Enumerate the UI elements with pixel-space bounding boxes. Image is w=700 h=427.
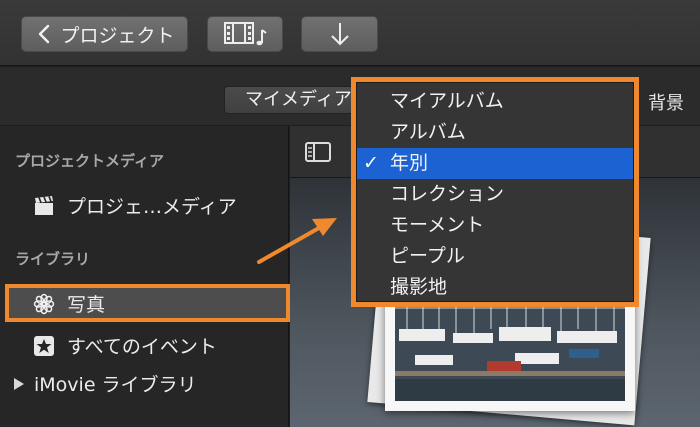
menu-item-label: 年別 bbox=[390, 152, 429, 174]
sidebar-item-label: すべてのイベント bbox=[67, 336, 217, 358]
sidebar-item-label: iMovie ライブラリ bbox=[34, 374, 197, 396]
sidebar-item-label: 写真 bbox=[67, 294, 106, 316]
backgrounds-tab[interactable]: 背景 bbox=[648, 89, 684, 115]
back-to-projects-button[interactable]: プロジェクト bbox=[21, 16, 188, 52]
download-arrow-icon bbox=[330, 23, 349, 46]
sidebar-toggle-icon bbox=[305, 142, 331, 162]
clapperboard-icon bbox=[35, 195, 53, 215]
library-heading: ライブラリ bbox=[15, 250, 91, 268]
photos-flower-icon bbox=[33, 293, 55, 314]
sidebar-item-photos[interactable]: 写真 bbox=[33, 290, 105, 317]
menu-item-label: アルバム bbox=[390, 121, 466, 143]
disclosure-triangle-icon[interactable] bbox=[12, 377, 26, 391]
sidebar-toggle-button[interactable] bbox=[302, 139, 334, 165]
top-toolbar: プロジェクト bbox=[0, 0, 700, 66]
menu-item-moments[interactable]: モーメント bbox=[357, 210, 633, 241]
menu-item-albums[interactable]: アルバム bbox=[357, 117, 633, 148]
back-button-label: プロジェクト bbox=[60, 24, 175, 47]
sort-popup-menu: マイアルバム アルバム ✓ 年別 コレクション モーメント ピープル 撮影地 bbox=[351, 77, 639, 307]
menu-item-people[interactable]: ピープル bbox=[357, 241, 633, 272]
menu-item-label: 撮影地 bbox=[390, 276, 448, 298]
my-media-tab[interactable]: マイメディア bbox=[224, 86, 359, 114]
sidebar-item-label: プロジェ…メディア bbox=[67, 196, 237, 218]
star-icon bbox=[34, 335, 54, 356]
menu-item-my-albums[interactable]: マイアルバム bbox=[357, 86, 633, 117]
film-music-icon bbox=[224, 22, 267, 46]
popup-menu-list: マイアルバム アルバム ✓ 年別 コレクション モーメント ピープル 撮影地 bbox=[356, 82, 634, 302]
checkmark-icon: ✓ bbox=[363, 152, 379, 174]
sidebar-item-all-events[interactable]: すべてのイベント bbox=[33, 332, 217, 359]
menu-item-by-year[interactable]: ✓ 年別 bbox=[357, 148, 633, 179]
project-media-heading: プロジェクトメディア bbox=[15, 152, 164, 170]
menu-item-collections[interactable]: コレクション bbox=[357, 179, 633, 210]
menu-item-label: コレクション bbox=[390, 183, 505, 205]
sidebar-item-project-media[interactable]: プロジェ…メディア bbox=[33, 192, 237, 219]
menu-item-label: モーメント bbox=[390, 214, 485, 236]
library-sidebar: プロジェクトメディア プロジェ…メディア ライブラリ 写真 すべてのイベント i… bbox=[0, 126, 290, 427]
import-button[interactable] bbox=[301, 16, 378, 52]
menu-item-label: マイアルバム bbox=[390, 90, 504, 112]
chevron-left-icon bbox=[39, 24, 50, 44]
menu-item-places[interactable]: 撮影地 bbox=[357, 272, 633, 303]
menu-item-label: ピープル bbox=[390, 245, 465, 267]
media-button[interactable] bbox=[207, 16, 283, 52]
sidebar-item-imovie-library[interactable]: iMovie ライブラリ bbox=[12, 370, 197, 397]
